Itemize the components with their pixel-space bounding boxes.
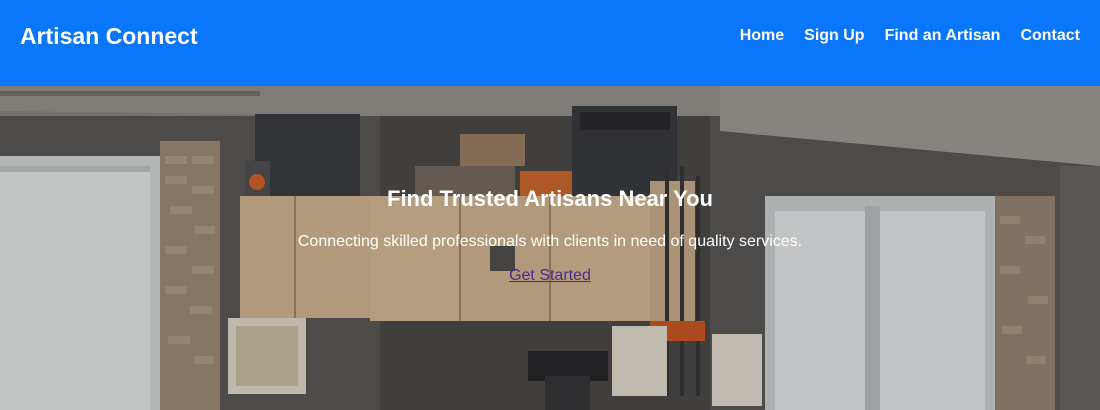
hero-subtitle: Connecting skilled professionals with cl…: [297, 233, 803, 250]
nav-link-sign-up[interactable]: Sign Up: [804, 27, 864, 45]
get-started-link[interactable]: Get Started: [509, 267, 591, 284]
hero-content: Find Trusted Artisans Near You Connectin…: [0, 86, 1100, 410]
main-nav: Home Sign Up Find an Artisan Contact: [740, 27, 1080, 45]
nav-link-find-artisan[interactable]: Find an Artisan: [885, 27, 1001, 45]
site-logo-text[interactable]: Artisan Connect: [20, 23, 198, 50]
hero-section: Find Trusted Artisans Near You Connectin…: [0, 86, 1100, 410]
hero-title: Find Trusted Artisans Near You: [387, 186, 713, 211]
nav-link-home[interactable]: Home: [740, 27, 784, 45]
hero-cta-wrapper: Get Started: [0, 267, 1100, 285]
navbar: Artisan Connect Home Sign Up Find an Art…: [0, 0, 1100, 86]
nav-link-contact[interactable]: Contact: [1020, 27, 1080, 45]
